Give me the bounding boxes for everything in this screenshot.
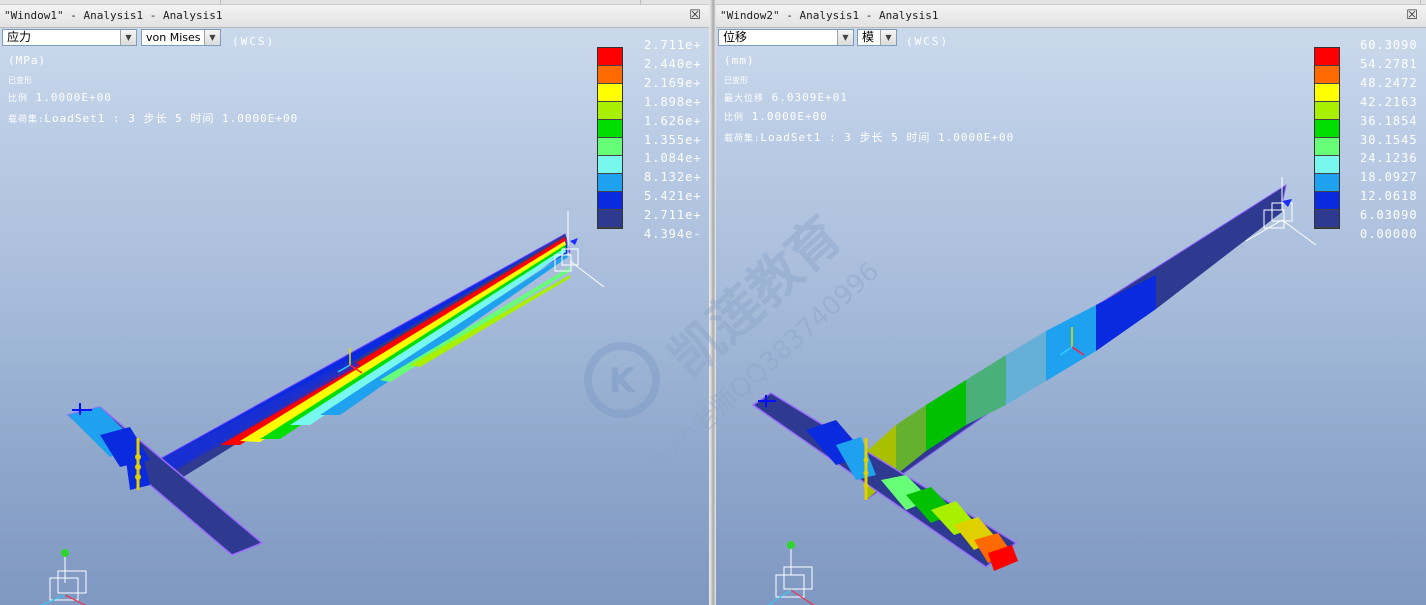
coordinate-system-icon (767, 545, 815, 605)
model-viewport[interactable] (0, 5, 709, 605)
top-tab[interactable] (0, 0, 221, 4)
top-tab[interactable] (220, 0, 641, 4)
top-tab[interactable] (640, 0, 1421, 4)
coordinate-system-icon (40, 553, 87, 605)
result-window-1[interactable]: "Window1" - Analysis1 - Analysis1 ☒ 应力 ▼… (0, 5, 709, 605)
